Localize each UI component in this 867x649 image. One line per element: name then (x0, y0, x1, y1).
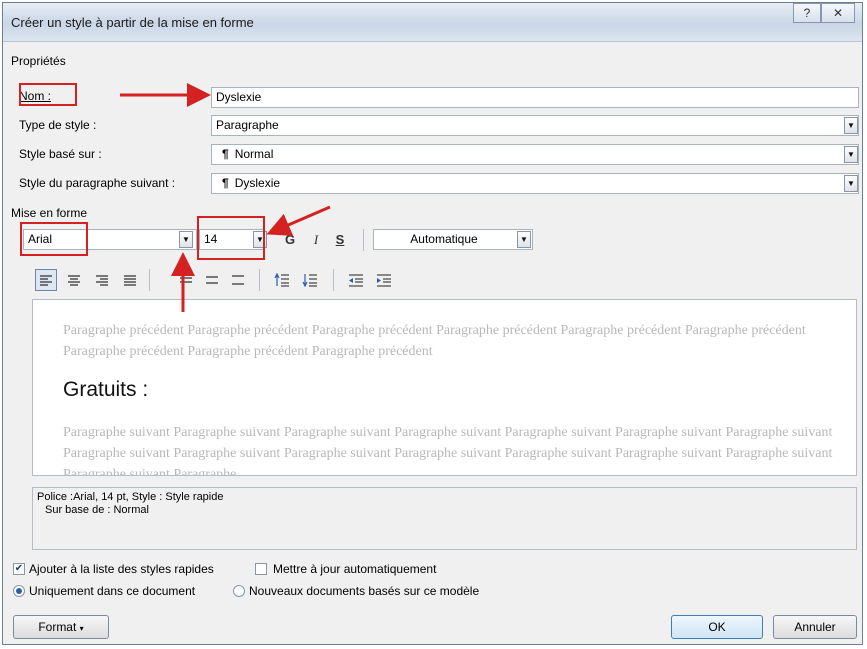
style-type-select[interactable]: Paragraphe (211, 115, 859, 136)
based-on-value: Normal (234, 147, 274, 161)
font-dropdown-icon[interactable]: ▼ (179, 231, 193, 248)
annotation-size-box (197, 216, 265, 260)
next-style-value: Dyslexie (234, 176, 281, 190)
style-type-dropdown-icon[interactable]: ▼ (844, 117, 858, 134)
only-this-document-radio[interactable] (13, 585, 25, 597)
one-half-spacing-icon[interactable] (201, 269, 223, 291)
annotation-name-box (19, 83, 77, 106)
properties-group-label: Propriétés (11, 54, 66, 68)
paragraph-mark-icon: ¶ (222, 147, 229, 161)
based-on-select[interactable]: ¶ Normal (211, 144, 859, 165)
next-style-label: Style du paragraphe suivant : (19, 176, 176, 190)
next-style-dropdown-icon[interactable]: ▼ (844, 175, 858, 192)
preview-current-paragraph: Gratuits : (63, 378, 149, 401)
auto-update-label: Mettre à jour automatiquement (273, 562, 437, 576)
toolbar-separator (363, 229, 364, 251)
align-center-icon[interactable] (63, 269, 85, 291)
next-style-select[interactable]: ¶ Dyslexie (211, 173, 859, 194)
single-spacing-icon[interactable] (175, 269, 197, 291)
font-color-dropdown-icon[interactable]: ▼ (517, 231, 531, 248)
title-bar: Créer un style à partir de la mise en fo… (3, 3, 862, 42)
new-documents-radio[interactable] (233, 585, 245, 597)
annotation-font-box (20, 222, 88, 256)
ok-button[interactable]: OK (671, 615, 763, 639)
only-this-document-label: Uniquement dans ce document (29, 584, 196, 598)
increase-indent-icon[interactable] (373, 269, 395, 291)
preview-following-paragraph: Paragraphe suivant Paragraphe suivant Pa… (63, 425, 833, 476)
font-color-value: Automatique (410, 232, 478, 246)
align-left-icon[interactable] (35, 269, 57, 291)
based-on-label: Style basé sur : (19, 147, 102, 161)
new-documents-label: Nouveaux documents basés sur ce modèle (249, 584, 480, 598)
based-on-dropdown-icon[interactable]: ▼ (844, 146, 858, 163)
format-button-label: Format (38, 620, 77, 634)
toolbar-separator (333, 269, 334, 291)
toolbar-separator (149, 269, 150, 291)
auto-update-checkbox[interactable] (255, 563, 267, 575)
preview-previous-paragraph: Paragraphe précédent Paragraphe précéden… (63, 323, 806, 359)
style-type-value: Paragraphe (216, 118, 279, 132)
add-quick-styles-label: Ajouter à la liste des styles rapides (29, 562, 214, 576)
style-description: Police :Arial, 14 pt, Style : Style rapi… (32, 487, 857, 550)
decrease-indent-icon[interactable] (345, 269, 367, 291)
style-type-label: Type de style : (19, 118, 97, 132)
font-color-select[interactable]: Automatique (373, 229, 533, 250)
name-input[interactable]: Dyslexie (211, 87, 859, 108)
space-before-icon[interactable] (271, 269, 293, 291)
chevron-down-icon: ▾ (79, 624, 84, 633)
description-line-2: Sur base de : Normal (45, 504, 149, 516)
close-button[interactable]: ✕ (821, 3, 855, 23)
bold-button[interactable]: G (279, 230, 301, 250)
format-button[interactable]: Format ▾ (13, 615, 109, 639)
italic-button[interactable]: I (305, 230, 327, 250)
justify-icon[interactable] (119, 269, 141, 291)
double-spacing-icon[interactable] (227, 269, 249, 291)
paragraph-mark-icon: ¶ (222, 176, 229, 190)
create-style-dialog: Créer un style à partir de la mise en fo… (2, 2, 863, 645)
help-button[interactable]: ? (793, 3, 821, 23)
dialog-title: Créer un style à partir de la mise en fo… (11, 15, 254, 30)
space-after-icon[interactable] (299, 269, 321, 291)
description-line-1: Police :Arial, 14 pt, Style : Style rapi… (37, 491, 224, 503)
style-preview: Paragraphe précédent Paragraphe précéden… (32, 299, 857, 476)
cancel-button[interactable]: Annuler (773, 615, 857, 639)
underline-button[interactable]: S (329, 230, 351, 250)
formatting-group-label: Mise en forme (11, 206, 88, 220)
add-quick-styles-checkbox[interactable]: ✔ (13, 563, 25, 575)
toolbar-separator (259, 269, 260, 291)
align-right-icon[interactable] (91, 269, 113, 291)
